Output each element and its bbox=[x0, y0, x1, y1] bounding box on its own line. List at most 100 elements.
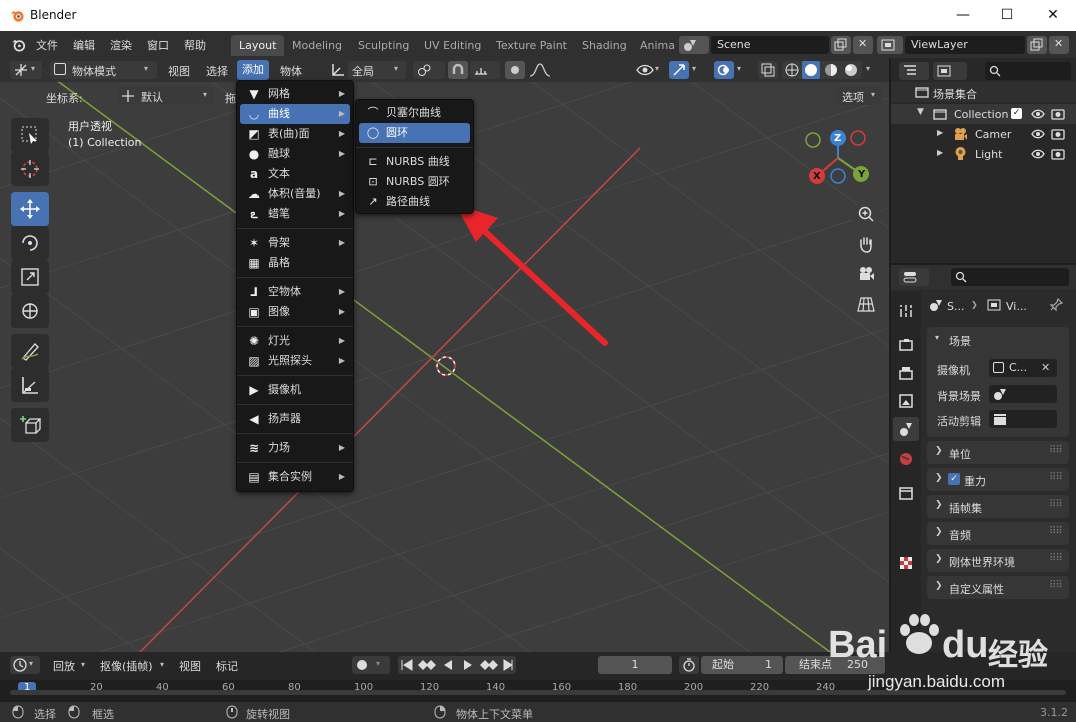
curve-menu-item[interactable]: ◯ 圆环 bbox=[359, 123, 470, 143]
properties-panel-header[interactable]: ❯ 单位 ⠿⠿ bbox=[927, 441, 1069, 464]
add-menu-item[interactable]: ఽ 蜡笔 ▶ bbox=[240, 204, 350, 224]
add-menu-item[interactable]: ✺ 灯光 ▶ bbox=[240, 331, 350, 351]
options-dropdown[interactable]: 选项 ▾ bbox=[836, 87, 882, 105]
blender-menu-icon[interactable] bbox=[11, 38, 26, 52]
scale-tool[interactable] bbox=[11, 260, 49, 294]
outliner-row-collection[interactable]: ▼ Collection ✓ bbox=[891, 104, 1076, 124]
scene-selector-button[interactable] bbox=[679, 36, 709, 54]
tab-shading[interactable]: Shading bbox=[574, 35, 635, 56]
playback-menu[interactable]: 回放 bbox=[53, 658, 75, 674]
timeline-view-menu[interactable]: 视图 bbox=[179, 658, 201, 674]
zoom-button[interactable] bbox=[852, 200, 880, 228]
tab-sculpting[interactable]: Sculpting bbox=[350, 35, 417, 56]
outliner-search-input[interactable] bbox=[985, 62, 1071, 80]
outliner-row-scene-collection[interactable]: 场景集合 bbox=[891, 82, 1076, 102]
move-tool[interactable] bbox=[11, 192, 49, 226]
menu-file[interactable]: 文件 bbox=[36, 37, 58, 53]
scene-name-field[interactable]: Scene bbox=[711, 36, 829, 54]
eye-icon[interactable] bbox=[1031, 108, 1045, 120]
keying-menu[interactable]: 抠像(插帧) bbox=[100, 658, 153, 674]
annotate-tool[interactable] bbox=[11, 334, 49, 368]
measure-tool[interactable] bbox=[11, 368, 49, 402]
close-button[interactable]: ✕ bbox=[1030, 0, 1076, 31]
pivot-point-button[interactable] bbox=[413, 61, 445, 79]
3d-viewport[interactable]: ▾ 物体模式 ▾ 视图 选择 添加 物体 全局 ▾ ▾ ▾ ▾ ▾ 坐标系: 默… bbox=[0, 58, 889, 652]
curve-menu-item[interactable]: ⊏ NURBS 曲线 bbox=[359, 152, 470, 172]
mode-dropdown[interactable]: 物体模式 ▾ bbox=[50, 61, 157, 79]
snap-toggle[interactable] bbox=[448, 61, 468, 79]
tool-tab-icon[interactable] bbox=[898, 303, 914, 319]
add-menu-item[interactable]: ◀ 扬声器 bbox=[240, 409, 350, 429]
eye-icon[interactable] bbox=[1031, 128, 1045, 140]
snap-target-dropdown[interactable] bbox=[470, 61, 500, 79]
camera-field[interactable]: C... ✕ bbox=[989, 359, 1057, 377]
gizmo-toggle[interactable] bbox=[669, 61, 689, 79]
transform-tool[interactable] bbox=[11, 294, 49, 328]
coord-system-dropdown[interactable]: 默认 ▾ bbox=[117, 87, 215, 105]
drag-handle-icon[interactable]: ⠿⠿ bbox=[1049, 553, 1063, 564]
timeline-editor-type[interactable]: ▾ bbox=[10, 656, 40, 674]
add-menu-item[interactable]: ⅃ 空物体 ▶ bbox=[240, 282, 350, 302]
current-frame-field[interactable]: 1 bbox=[598, 656, 672, 674]
add-menu-item[interactable]: ▨ 光照探头 ▶ bbox=[240, 351, 350, 371]
menu-help[interactable]: 帮助 bbox=[184, 37, 206, 53]
world-tab-icon[interactable] bbox=[898, 451, 914, 467]
exclude-checkbox[interactable]: ✓ bbox=[1011, 108, 1022, 119]
add-menu-item[interactable]: ◩ 表(曲)面 ▶ bbox=[240, 124, 350, 144]
solid-shading-icon[interactable] bbox=[804, 63, 818, 77]
curve-menu-item[interactable]: ⊡ NURBS 圆环 bbox=[359, 172, 470, 192]
scene-panel-title[interactable]: 场景 bbox=[949, 333, 971, 349]
add-menu-item[interactable]: ● 融球 ▶ bbox=[240, 144, 350, 164]
outliner-row-light[interactable]: ▶ Light bbox=[891, 144, 1076, 164]
chevron-down-icon[interactable]: ▾ bbox=[935, 333, 939, 342]
add-menu-item[interactable]: ▼ 网格 ▶ bbox=[240, 84, 350, 104]
marker-menu[interactable]: 标记 bbox=[216, 658, 238, 674]
use-preview-range-button[interactable] bbox=[679, 656, 699, 674]
visibility-icon[interactable] bbox=[636, 62, 654, 78]
shading-mode-group[interactable] bbox=[782, 61, 862, 79]
add-menu-item[interactable]: ▶ 摄像机 bbox=[240, 380, 350, 400]
select-box-tool[interactable] bbox=[11, 118, 49, 152]
outliner-editor-type[interactable] bbox=[899, 62, 929, 80]
expand-arrow-icon[interactable]: ▶ bbox=[937, 128, 943, 137]
transform-orientation-dropdown[interactable]: 全局 ▾ bbox=[348, 61, 406, 79]
add-cube-tool[interactable] bbox=[11, 408, 49, 442]
expand-arrow-icon[interactable]: ▶ bbox=[937, 148, 943, 157]
drag-handle-icon[interactable]: ⠿⠿ bbox=[1049, 499, 1063, 510]
tab-layout[interactable]: Layout bbox=[231, 35, 285, 56]
gravity-checkbox[interactable]: ✓ bbox=[948, 473, 960, 485]
properties-panel-header[interactable]: ❯ 刚体世界环境 ⠿⠿ bbox=[927, 549, 1069, 572]
xray-toggle[interactable] bbox=[758, 61, 778, 79]
tab-modeling[interactable]: Modeling bbox=[284, 35, 350, 56]
add-menu-item[interactable]: ◡ 曲线 ▶ bbox=[240, 104, 350, 124]
pan-button[interactable] bbox=[852, 230, 880, 258]
output-tab-icon[interactable] bbox=[898, 365, 914, 381]
auto-keying-button[interactable]: ▾ bbox=[352, 656, 390, 674]
render-tab-icon[interactable] bbox=[898, 337, 914, 353]
curve-menu-item[interactable]: ↗ 路径曲线 bbox=[359, 192, 470, 212]
drag-handle-icon[interactable]: ⠿⠿ bbox=[1049, 472, 1063, 483]
background-scene-field[interactable] bbox=[989, 385, 1057, 403]
add-menu-item[interactable]: ▣ 图像 ▶ bbox=[240, 302, 350, 322]
rendered-shading-icon[interactable] bbox=[844, 63, 858, 77]
add-menu-item[interactable]: a 文本 bbox=[240, 164, 350, 184]
proportional-edit-toggle[interactable] bbox=[505, 61, 525, 79]
menu-add[interactable]: 添加 bbox=[237, 60, 269, 80]
material-shading-icon[interactable] bbox=[824, 63, 838, 77]
add-menu-item[interactable]: ☁ 体积(音量) ▶ bbox=[240, 184, 350, 204]
menu-window[interactable]: 窗口 bbox=[147, 37, 169, 53]
wireframe-shading-icon[interactable] bbox=[785, 63, 799, 77]
overlay-toggle[interactable] bbox=[714, 61, 734, 79]
playback-controls[interactable] bbox=[398, 656, 516, 674]
render-camera-icon[interactable] bbox=[1051, 127, 1065, 140]
add-menu-item[interactable]: ▦ 晶格 bbox=[240, 253, 350, 273]
display-mode-dropdown[interactable] bbox=[933, 62, 967, 80]
render-camera-icon[interactable] bbox=[1051, 107, 1065, 120]
pin-icon[interactable] bbox=[1049, 298, 1063, 312]
properties-panel-header[interactable]: ❯ 自定义属性 ⠿⠿ bbox=[927, 576, 1069, 599]
rotate-tool[interactable] bbox=[11, 226, 49, 260]
perspective-toggle-button[interactable] bbox=[852, 290, 880, 318]
render-camera-icon[interactable] bbox=[1051, 147, 1065, 160]
editor-type-button[interactable]: ▾ bbox=[10, 61, 42, 79]
properties-panel-header[interactable]: ❯ 音频 ⠿⠿ bbox=[927, 522, 1069, 545]
